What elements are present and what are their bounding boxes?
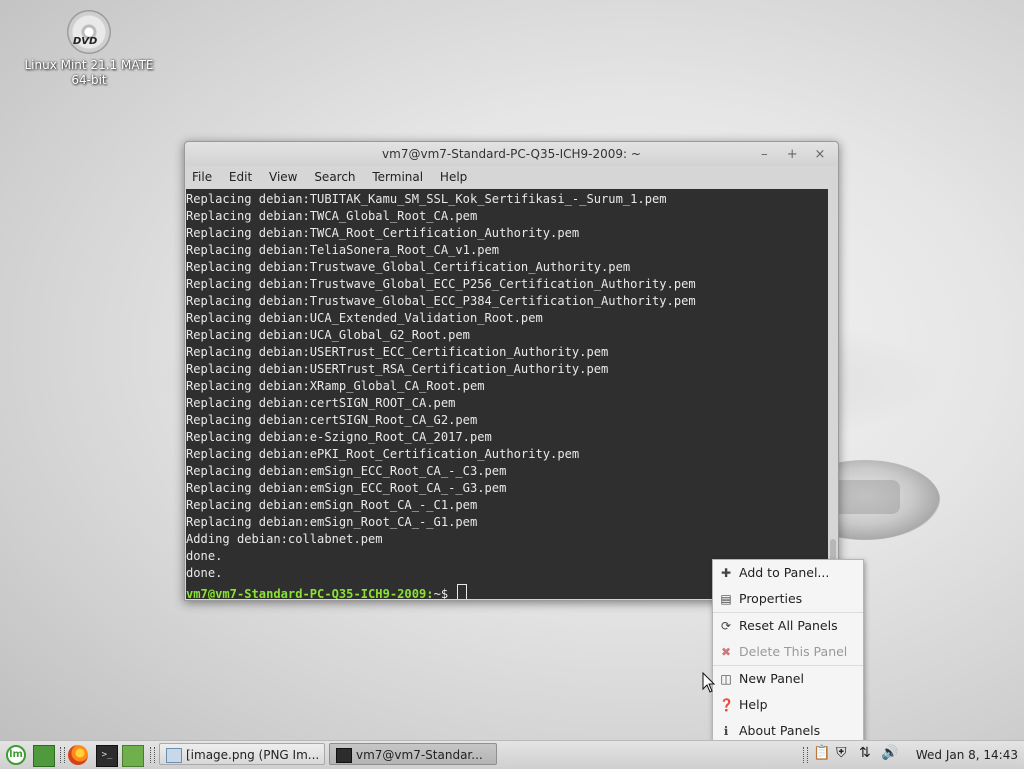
terminal-line: Replacing debian:TeliaSonera_Root_CA_v1.…	[186, 243, 500, 257]
menu-item-delete-this-panel: ✖ Delete This Panel	[713, 639, 863, 665]
menu-edit[interactable]: Edit	[229, 170, 252, 184]
terminal-line: Adding debian:collabnet.pem	[186, 532, 383, 546]
terminal-line: Replacing debian:TWCA_Root_Certification…	[186, 226, 580, 240]
terminal-line: Replacing debian:UCA_Extended_Validation…	[186, 311, 543, 325]
panel-context-menu: ✚ Add to Panel... ▤ Properties ⟳ Reset All Pa…	[712, 559, 864, 743]
terminal-line: Replacing debian:USERTrust_ECC_Certifica…	[186, 345, 609, 359]
minimize-button[interactable]: –	[754, 143, 774, 167]
terminal-scrollbar[interactable]	[829, 189, 838, 599]
terminal-cursor	[457, 584, 468, 599]
menu-item-reset-all-panels[interactable]: ⟳ Reset All Panels	[713, 612, 863, 639]
terminal-line: Replacing debian:TWCA_Global_Root_CA.pem	[186, 209, 478, 223]
close-button[interactable]: ×	[810, 143, 830, 167]
plus-icon: ✚	[720, 566, 732, 580]
terminal-window[interactable]: vm7@vm7-Standard-PC-Q35-ICH9-2009: ~ – +…	[184, 141, 839, 601]
new-panel-icon: ◫	[720, 672, 732, 686]
menu-help[interactable]: Help	[440, 170, 467, 184]
desktop-icon-label: Linux Mint 21.1 MATE 64-bit	[14, 58, 164, 88]
terminal-line: Replacing debian:Trustwave_Global_Certif…	[186, 260, 631, 274]
terminal-line: Replacing debian:Trustwave_Global_ECC_P2…	[186, 277, 696, 291]
menu-view[interactable]: View	[269, 170, 297, 184]
reset-icon: ⟳	[720, 619, 732, 633]
delete-icon: ✖	[720, 645, 732, 659]
network-icon[interactable]: ⇅	[859, 745, 871, 761]
menu-item-properties[interactable]: ▤ Properties	[713, 586, 863, 612]
menu-item-add-to-panel[interactable]: ✚ Add to Panel...	[713, 560, 863, 586]
menu-item-label: Add to Panel...	[739, 565, 830, 580]
maximize-button[interactable]: +	[782, 143, 802, 167]
panel-handle[interactable]	[60, 747, 65, 763]
menu-bar: File Edit View Search Terminal Help	[185, 166, 838, 188]
window-title: vm7@vm7-Standard-PC-Q35-ICH9-2009: ~	[382, 147, 641, 161]
terminal-line: Replacing debian:certSIGN_ROOT_CA.pem	[186, 396, 456, 410]
image-viewer-icon	[166, 748, 182, 763]
dvd-icon: DVD	[67, 10, 111, 54]
mint-menu-button[interactable]: lm	[6, 745, 26, 765]
terminal-line: Replacing debian:e-Szigno_Root_CA_2017.p…	[186, 430, 492, 444]
terminal-line: Replacing debian:TUBITAK_Kamu_SM_SSL_Kok…	[186, 192, 667, 206]
terminal-line: Replacing debian:ePKI_Root_Certification…	[186, 447, 580, 461]
terminal-lines: Replacing debian:TUBITAK_Kamu_SM_SSL_Kok…	[186, 189, 828, 582]
terminal-line: Replacing debian:emSign_Root_CA_-_C1.pem	[186, 498, 478, 512]
volume-icon[interactable]: 🔊	[881, 745, 898, 761]
terminal-launcher-icon[interactable]: >_	[96, 745, 118, 767]
desktop-icon-dvd[interactable]: DVD Linux Mint 21.1 MATE 64-bit	[14, 10, 164, 88]
menu-terminal[interactable]: Terminal	[372, 170, 423, 184]
desktop-icon-label-line2: 64-bit	[71, 73, 107, 87]
terminal-line: Replacing debian:emSign_ECC_Root_CA_-_G3…	[186, 481, 507, 495]
terminal-prompt: vm7@vm7-Standard-PC-Q35-ICH9-2009:	[186, 587, 434, 599]
clipboard-icon[interactable]: 📋	[813, 745, 830, 761]
menu-item-label: Reset All Panels	[739, 618, 838, 633]
terminal-icon	[336, 748, 352, 763]
panel-handle[interactable]	[803, 747, 808, 763]
terminal-prompt-suffix: ~$	[433, 587, 449, 599]
terminal-line: Replacing debian:Trustwave_Global_ECC_P3…	[186, 294, 696, 308]
taskbar-item-image-viewer[interactable]: [image.png (PNG Im...	[159, 743, 325, 765]
shield-icon[interactable]: ⛨	[836, 745, 847, 761]
terminal-line: Replacing debian:UCA_Global_G2_Root.pem	[186, 328, 470, 342]
menu-search[interactable]: Search	[314, 170, 355, 184]
terminal-line: Replacing debian:certSIGN_Root_CA_G2.pem	[186, 413, 478, 427]
desktop-icon-label-line1: Linux Mint 21.1 MATE	[24, 58, 154, 72]
terminal-output[interactable]: Replacing debian:TUBITAK_Kamu_SM_SSL_Kok…	[186, 189, 828, 599]
menu-item-new-panel[interactable]: ◫ New Panel	[713, 665, 863, 692]
window-controls: – + ×	[750, 142, 830, 167]
terminal-line: Replacing debian:USERTrust_RSA_Certifica…	[186, 362, 609, 376]
firefox-icon[interactable]	[68, 745, 88, 765]
menu-item-label: Delete This Panel	[739, 644, 848, 659]
menu-item-label: New Panel	[739, 671, 804, 686]
taskbar-item-terminal[interactable]: vm7@vm7-Standar...	[329, 743, 497, 765]
menu-item-label: About Panels	[739, 723, 821, 738]
taskbar-item-label: [image.png (PNG Im...	[186, 748, 320, 762]
taskbar-item-label: vm7@vm7-Standar...	[356, 748, 483, 762]
show-desktop-icon[interactable]	[33, 745, 55, 767]
menu-item-help[interactable]: ❓ Help	[713, 692, 863, 718]
panel-clock[interactable]: Wed Jan 8, 14:43	[916, 741, 1018, 769]
terminal-line: Replacing debian:XRamp_Global_CA_Root.pe…	[186, 379, 485, 393]
panel-handle[interactable]	[150, 747, 155, 763]
properties-icon: ▤	[720, 592, 732, 606]
menu-item-label: Properties	[739, 591, 803, 606]
menu-file[interactable]: File	[192, 170, 212, 184]
menu-item-label: Help	[739, 697, 768, 712]
window-titlebar[interactable]: vm7@vm7-Standard-PC-Q35-ICH9-2009: ~ – +…	[185, 142, 838, 166]
files-icon[interactable]	[122, 745, 144, 767]
bottom-panel[interactable]: lm >_ [image.png (PNG Im... vm7@vm7-Stan…	[0, 740, 1024, 769]
help-icon: ❓	[719, 698, 734, 712]
dvd-icon-label: DVD	[73, 36, 98, 47]
terminal-line: Replacing debian:emSign_Root_CA_-_G1.pem	[186, 515, 478, 529]
terminal-line: Replacing debian:emSign_ECC_Root_CA_-_C3…	[186, 464, 507, 478]
mouse-pointer-icon	[702, 672, 716, 693]
